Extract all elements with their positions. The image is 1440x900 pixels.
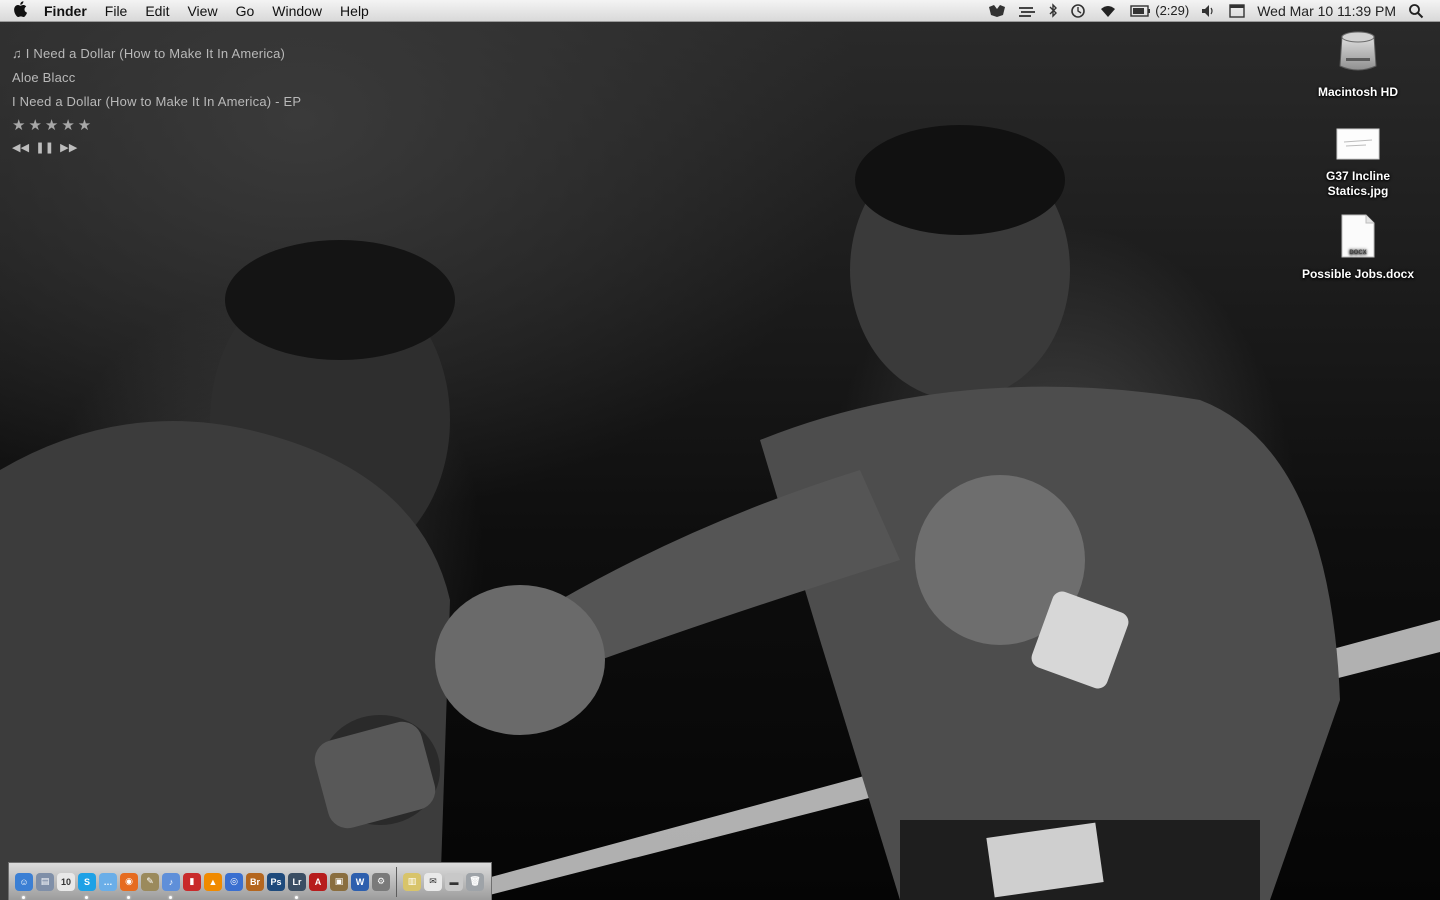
dock-icon-glyph: Br <box>249 876 260 887</box>
dock-icon-glyph: ✉ <box>429 876 437 886</box>
menu-window[interactable]: Window <box>263 3 331 19</box>
dock-icon-glyph: ◎ <box>230 876 238 886</box>
dock-icon-glyph: … <box>103 876 113 887</box>
menu-view[interactable]: View <box>178 3 226 19</box>
menu-bar: Finder File Edit View Go Window Help (2:… <box>0 0 1440 22</box>
menu-edit[interactable]: Edit <box>136 3 178 19</box>
docx-badge: DOCX <box>1349 250 1366 256</box>
running-indicator <box>85 895 88 899</box>
dock-ical-red-icon[interactable]: ▮ <box>183 872 201 891</box>
dock-icon-glyph: 10 <box>60 876 71 887</box>
desktop-icon-label: Possible Jobs.docx <box>1301 267 1415 281</box>
running-indicator <box>22 895 25 899</box>
dock-icon-glyph: ▥ <box>407 876 417 886</box>
running-indicator <box>169 895 172 899</box>
battery-time: (2:29) <box>1155 3 1190 18</box>
dock-lightroom-icon[interactable]: Lr <box>288 872 306 899</box>
dock-safari-icon[interactable]: ◎ <box>225 872 243 891</box>
dock-preview-icon[interactable]: ▤ <box>36 872 54 891</box>
wifi-icon[interactable] <box>1092 4 1124 18</box>
calendar-icon[interactable] <box>1223 3 1251 18</box>
dock-bridge-icon[interactable]: Br <box>246 872 264 891</box>
running-indicator <box>127 895 130 899</box>
spotlight-icon[interactable] <box>1402 3 1430 19</box>
dock-separator <box>396 866 397 897</box>
dock-vlc-icon[interactable]: ▲ <box>204 872 222 891</box>
dock-icon-glyph: ◉ <box>125 876 133 886</box>
menu-extras: (2:29) Wed Mar 10 11:39 PM <box>982 0 1440 22</box>
clock[interactable]: Wed Mar 10 11:39 PM <box>1251 3 1402 19</box>
dock-trash-icon[interactable]: 🗑 <box>466 872 484 891</box>
dock-ical-icon[interactable]: 10 <box>57 872 75 891</box>
rating-stars[interactable]: ★★★★★ <box>12 114 301 138</box>
menu-extra-icon[interactable] <box>982 4 1012 18</box>
time-machine-icon[interactable] <box>1064 3 1092 19</box>
hard-drive-icon <box>1293 28 1423 79</box>
dock-mail-stack-icon[interactable]: ✉ <box>424 872 442 891</box>
desktop-icon-label-line1: G37 Incline <box>1325 169 1391 183</box>
dock-downloads-stack-icon[interactable]: ▬ <box>445 872 463 891</box>
playback-controls: ◀◀ ❚❚ ▶▶ <box>12 136 301 160</box>
next-track-button[interactable]: ▶▶ <box>60 136 77 160</box>
menu-help[interactable]: Help <box>331 3 378 19</box>
dock-icon-glyph: W <box>355 876 365 887</box>
dock-icon-glyph: ☺ <box>19 876 29 887</box>
desktop-icon-possible-jobs[interactable]: DOCX Possible Jobs.docx <box>1293 214 1423 282</box>
dock-icon-glyph: ▤ <box>40 876 50 886</box>
desktop-icon-label: Macintosh HD <box>1317 85 1398 99</box>
running-indicator <box>295 895 298 899</box>
now-playing-widget: ♫ I Need a Dollar (How to Make It In Ame… <box>12 42 301 160</box>
dock-icon-glyph: S <box>83 876 90 887</box>
dock-acrobat-icon[interactable]: A <box>309 872 327 891</box>
menu-finder[interactable]: Finder <box>38 3 96 19</box>
dock-word-icon[interactable]: W <box>351 872 369 891</box>
desktop-icon-label-line2: Statics.jpg <box>1327 184 1389 198</box>
dock-documents-stack-icon[interactable]: ▥ <box>403 872 421 891</box>
dock-icon-glyph: ▬ <box>449 876 459 887</box>
dock-photoshop-icon[interactable]: Ps <box>267 872 285 891</box>
dock-icon-glyph: ♪ <box>168 876 174 887</box>
dock-icon-glyph: A <box>314 876 322 887</box>
album-name: I Need a Dollar (How to Make It In Ameri… <box>12 94 302 109</box>
artist-name: Aloe Blacc <box>12 70 76 85</box>
music-note-icon: ♫ <box>12 46 26 61</box>
dock-system-app-icon[interactable]: ⚙ <box>372 872 390 891</box>
desktop-icon-macintosh-hd[interactable]: Macintosh HD <box>1293 28 1423 100</box>
apple-icon[interactable] <box>4 0 38 21</box>
desktop-icon-g37-jpg[interactable]: G37 Incline Statics.jpg <box>1293 128 1423 199</box>
dock-icon-glyph: ✎ <box>146 876 154 886</box>
dock-itunes-icon[interactable]: ♪ <box>162 872 180 899</box>
dock-ichat-icon[interactable]: … <box>99 872 117 891</box>
dock-icon-glyph: Ps <box>270 876 282 887</box>
pause-button[interactable]: ❚❚ <box>35 136 54 160</box>
dock-image-app-icon[interactable]: ▣ <box>330 872 348 891</box>
bluetooth-icon[interactable] <box>1042 3 1064 18</box>
dock-icon-glyph: ▣ <box>334 876 344 886</box>
menu-file[interactable]: File <box>96 3 137 19</box>
dock-icon-glyph: 🗑 <box>469 876 481 886</box>
dock-icon-glyph: ▮ <box>189 876 195 886</box>
dock-skype-icon[interactable]: S <box>78 872 96 899</box>
dock-icon-glyph: Lr <box>292 876 302 887</box>
sync-icon[interactable] <box>1012 4 1042 18</box>
dock-icon-glyph: ⚙ <box>376 876 386 886</box>
image-file-icon <box>1293 128 1423 163</box>
dock-icon-glyph: ▲ <box>208 876 218 887</box>
now-playing-track: ♫ I Need a Dollar (How to Make It In Ame… <box>12 42 301 66</box>
docx-file-icon: DOCX <box>1293 214 1423 261</box>
previous-track-button[interactable]: ◀◀ <box>12 136 29 160</box>
volume-icon[interactable] <box>1195 4 1223 18</box>
dock-coda-icon[interactable]: ✎ <box>141 872 159 891</box>
dock-finder-icon[interactable]: ☺ <box>15 872 33 899</box>
track-title: I Need a Dollar (How to Make It In Ameri… <box>25 46 286 61</box>
battery-icon[interactable]: (2:29) <box>1124 3 1195 18</box>
menu-go[interactable]: Go <box>227 3 264 19</box>
dock: ☺ ▤ 10 S … ◉ ✎ ♪ ▮ ▲ ◎ Br Ps Lr A ▣ W ⚙ ▥ ✉ ▬ 🗑 <box>8 862 492 900</box>
dock-firefox-icon[interactable]: ◉ <box>120 872 138 899</box>
